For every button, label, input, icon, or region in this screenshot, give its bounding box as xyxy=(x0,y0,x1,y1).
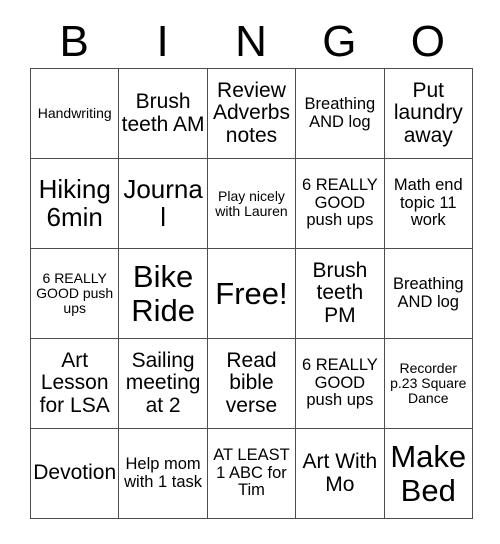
bingo-cell-r3c4[interactable]: Brush teeth PM xyxy=(295,248,385,339)
bingo-cell-label: Help mom with 1 task xyxy=(124,454,203,491)
bingo-cell-label: Play nicely with Lauren xyxy=(215,187,288,219)
bingo-cell-r5c1[interactable]: Devotion xyxy=(29,428,120,519)
bingo-row: Devotion Help mom with 1 task AT LEAST 1… xyxy=(29,428,473,519)
bingo-row: Hiking 6min Journal Play nicely with Lau… xyxy=(29,158,473,249)
bingo-cell-r4c4[interactable]: 6 REALLY GOOD push ups xyxy=(295,338,385,429)
bingo-row: Art Lesson for LSA Sailing meeting at 2 … xyxy=(29,338,473,429)
bingo-cell-label: Sailing meeting at 2 xyxy=(125,348,201,417)
bingo-header-letter-b: B xyxy=(59,17,89,66)
bingo-cell-r4c2[interactable]: Sailing meeting at 2 xyxy=(118,338,208,429)
bingo-cell-label: Breathing AND log xyxy=(392,274,464,311)
bingo-cell-r4c5[interactable]: Recorder p.23 Square Dance xyxy=(383,338,473,429)
bingo-cell-label: Devotion xyxy=(33,461,117,485)
bingo-cell-label: AT LEAST 1 ABC for Tim xyxy=(213,446,290,500)
bingo-cell-label: Read bible verse xyxy=(225,348,278,417)
bingo-cell-r5c2[interactable]: Help mom with 1 task xyxy=(118,428,208,519)
bingo-cell-label: Put laundry away xyxy=(393,78,463,147)
bingo-cell-r3c1[interactable]: 6 REALLY GOOD push ups xyxy=(29,248,120,339)
bingo-header-letter-g: G xyxy=(322,17,357,66)
bingo-card: B I N G O Handwriting Brush teeth AM Rev… xyxy=(0,0,500,544)
bingo-cell-r1c2[interactable]: Brush teeth AM xyxy=(118,68,208,159)
bingo-cell-r3c2[interactable]: Bike Ride xyxy=(118,248,208,339)
bingo-grid: Handwriting Brush teeth AM Review Adverb… xyxy=(29,68,473,519)
bingo-cell-label: Brush teeth PM xyxy=(312,258,368,327)
bingo-cell-r5c5[interactable]: Make Bed xyxy=(383,428,473,519)
bingo-cell-r4c3[interactable]: Read bible verse xyxy=(206,338,297,429)
bingo-cell-label: Make Bed xyxy=(390,439,467,508)
bingo-cell-label: Brush teeth AM xyxy=(121,90,205,136)
bingo-cell-label: Math end topic 11 work xyxy=(393,176,463,230)
bingo-cell-label: Handwriting xyxy=(37,105,112,122)
bingo-cell-label: 6 REALLY GOOD push ups xyxy=(301,176,378,230)
bingo-cell-label: Journal xyxy=(123,173,203,232)
bingo-cell-r1c4[interactable]: Breathing AND log xyxy=(295,68,385,159)
bingo-cell-label: 6 REALLY GOOD push ups xyxy=(36,270,114,316)
bingo-cell-label: Breathing AND log xyxy=(304,94,376,131)
bingo-cell-label: Art Lesson for LSA xyxy=(39,348,110,417)
bingo-cell-r2c1[interactable]: Hiking 6min xyxy=(29,158,120,249)
bingo-cell-r2c4[interactable]: 6 REALLY GOOD push ups xyxy=(295,158,385,249)
bingo-cell-r2c5[interactable]: Math end topic 11 work xyxy=(383,158,473,249)
bingo-cell-label: Hiking 6min xyxy=(38,173,111,232)
bingo-header-row: B I N G O xyxy=(30,18,472,66)
bingo-cell-label: Art With Mo xyxy=(302,450,378,496)
free-space-label: Free! xyxy=(215,275,288,311)
bingo-row: 6 REALLY GOOD push ups Bike Ride Free! B… xyxy=(29,248,473,339)
bingo-cell-r2c3[interactable]: Play nicely with Lauren xyxy=(206,158,297,249)
bingo-cell-r1c3[interactable]: Review Adverbs notes xyxy=(206,68,297,159)
bingo-header-letter-n: N xyxy=(235,17,267,66)
bingo-cell-r1c5[interactable]: Put laundry away xyxy=(383,68,473,159)
bingo-cell-r5c4[interactable]: Art With Mo xyxy=(295,428,385,519)
bingo-header-letter-i: I xyxy=(156,17,169,66)
bingo-cell-free-space[interactable]: Free! xyxy=(206,248,297,339)
bingo-row: Handwriting Brush teeth AM Review Adverb… xyxy=(29,68,473,159)
bingo-cell-label: Review Adverbs notes xyxy=(212,78,290,147)
bingo-header-letter-o: O xyxy=(410,17,445,66)
bingo-cell-r5c3[interactable]: AT LEAST 1 ABC for Tim xyxy=(206,428,297,519)
bingo-cell-r3c5[interactable]: Breathing AND log xyxy=(383,248,473,339)
bingo-cell-label: Recorder p.23 Square Dance xyxy=(390,360,467,406)
bingo-cell-r4c1[interactable]: Art Lesson for LSA xyxy=(29,338,120,429)
bingo-cell-r2c2[interactable]: Journal xyxy=(118,158,208,249)
bingo-cell-r1c1[interactable]: Handwriting xyxy=(29,68,120,159)
bingo-cell-label: 6 REALLY GOOD push ups xyxy=(301,356,378,410)
bingo-cell-label: Bike Ride xyxy=(131,259,195,328)
